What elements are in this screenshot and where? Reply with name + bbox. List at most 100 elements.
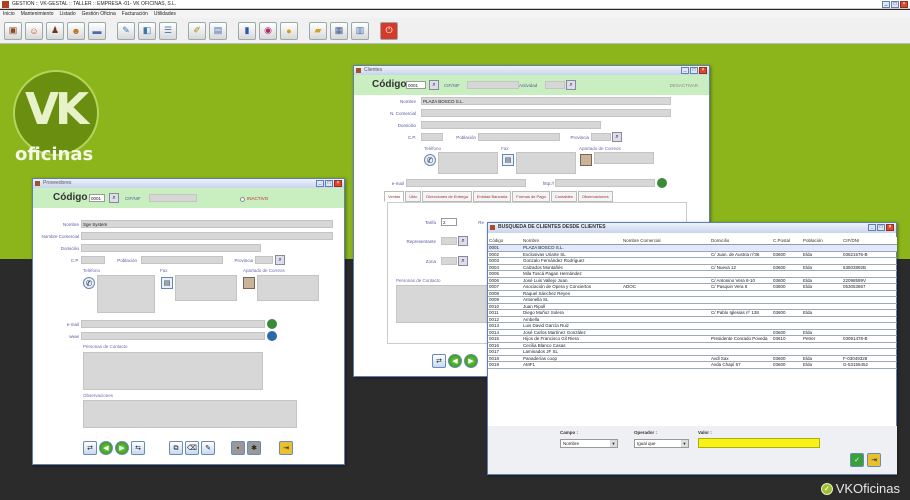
web-globe-icon[interactable] <box>267 331 277 341</box>
tab-ubic[interactable]: Ubic <box>405 191 422 202</box>
domicilio-field[interactable] <box>81 244 261 252</box>
maximize-button[interactable]: □ <box>690 67 698 74</box>
group-icon[interactable]: ☻ <box>67 21 85 40</box>
maximize-button[interactable]: □ <box>325 180 333 187</box>
exit-icon[interactable]: ⏻ <box>380 21 398 40</box>
campo-select[interactable]: Nombre ▼ <box>560 439 618 448</box>
menu-gestion-oficina[interactable]: Gestión Oficina <box>82 10 116 18</box>
tab-direcciones[interactable]: Direcciones de Entrega <box>422 191 472 202</box>
next-record-icon[interactable]: ▶ <box>464 354 478 368</box>
close-button[interactable]: × <box>699 67 707 74</box>
web-field[interactable] <box>81 332 265 340</box>
exit-icon[interactable]: ⇥ <box>867 453 881 467</box>
delete-icon[interactable]: ⌫ <box>185 441 199 455</box>
provincia-field[interactable] <box>255 256 273 264</box>
calculator-icon[interactable]: ▦ <box>330 21 348 40</box>
valor-field[interactable] <box>698 438 820 448</box>
edit-icon[interactable]: ◧ <box>138 21 156 40</box>
telefono-field[interactable] <box>97 275 155 313</box>
globe-icon[interactable]: ◉ <box>259 21 277 40</box>
email-field[interactable] <box>81 320 265 328</box>
copy-icon[interactable]: ⧉ <box>169 441 183 455</box>
tab-entidad-bancaria[interactable]: Entidad Bancaria <box>472 191 512 202</box>
menu-utilidades[interactable]: Utilidades <box>154 10 176 18</box>
cp-field[interactable] <box>81 256 105 264</box>
maximize-button[interactable]: □ <box>877 224 885 231</box>
search-icon[interactable]: ⌕ <box>566 80 576 90</box>
col-header-nombre[interactable]: Nombre <box>522 237 622 244</box>
apartado-field[interactable] <box>594 152 654 164</box>
poblacion-field[interactable] <box>141 256 223 264</box>
col-header-nombre-comercial[interactable]: Nombre Comercial <box>622 237 710 244</box>
search-icon[interactable]: ⌕ <box>275 255 285 265</box>
menu-inicio[interactable]: Inicio <box>3 10 15 18</box>
coin-icon[interactable]: ● <box>280 21 298 40</box>
domicilio-field[interactable] <box>421 121 601 129</box>
cp-field[interactable] <box>421 133 443 141</box>
col-header-codigo[interactable]: Código <box>488 237 522 244</box>
close-button[interactable]: × <box>886 224 894 231</box>
menu-mantenimiento[interactable]: Mantenimiento <box>21 10 54 18</box>
provincia-field[interactable] <box>591 133 611 141</box>
minimize-button[interactable]: _ <box>882 1 890 8</box>
previous-record-icon[interactable]: ◀ <box>99 441 113 455</box>
zona-field[interactable] <box>441 257 457 265</box>
minimize-button[interactable]: _ <box>681 67 689 74</box>
search-record-icon[interactable]: ⇄ <box>83 441 97 455</box>
menu-listado[interactable]: Listado <box>59 10 75 18</box>
nombre-field[interactable]: Sge System <box>81 220 333 228</box>
telefono-field[interactable] <box>438 152 498 174</box>
web-field[interactable] <box>555 179 655 187</box>
settings-icon[interactable]: ✱ <box>247 441 261 455</box>
col-header-poblacion[interactable]: Población <box>802 237 842 244</box>
print-icon[interactable]: ▪ <box>231 441 245 455</box>
previous-record-icon[interactable]: ◀ <box>448 354 462 368</box>
edit-icon[interactable]: ✎ <box>201 441 215 455</box>
observaciones-field[interactable] <box>83 400 297 428</box>
search-record-icon[interactable]: ⇄ <box>432 354 446 368</box>
printer-icon[interactable]: ▥ <box>351 21 369 40</box>
close-button[interactable]: × <box>900 1 908 8</box>
web-globe-icon[interactable] <box>657 178 667 188</box>
maximize-button[interactable]: □ <box>891 1 899 8</box>
list-icon[interactable]: ☰ <box>159 21 177 40</box>
col-header-domicilio[interactable]: Domicilio <box>710 237 772 244</box>
search-icon[interactable]: ⌕ <box>612 132 622 142</box>
people-icon[interactable]: ♟ <box>46 21 64 40</box>
minimize-button[interactable]: _ <box>868 224 876 231</box>
menu-facturacion[interactable]: Facturación <box>122 10 148 18</box>
inactivo-checkbox[interactable] <box>240 197 245 202</box>
exit-icon[interactable]: ⇥ <box>279 441 293 455</box>
contacto-list[interactable] <box>83 352 263 390</box>
calendar-icon[interactable]: ▤ <box>209 21 227 40</box>
search-icon[interactable]: ⌕ <box>429 80 439 90</box>
next-record-icon[interactable]: ▶ <box>115 441 129 455</box>
representante-field[interactable] <box>441 237 457 245</box>
person-icon[interactable]: ☺ <box>25 21 43 40</box>
tab-contables[interactable]: Contables <box>550 191 577 202</box>
operador-select[interactable]: Igual que ▼ <box>634 439 689 448</box>
truck-icon[interactable]: ▬ <box>88 21 106 40</box>
actividad-field[interactable] <box>545 81 565 89</box>
email-icon[interactable] <box>267 319 277 329</box>
search-icon[interactable]: ⌕ <box>109 193 119 203</box>
fax-field[interactable] <box>175 275 237 301</box>
chart-icon[interactable]: ▮ <box>238 21 256 40</box>
folder-icon[interactable]: ▰ <box>309 21 327 40</box>
search-icon[interactable]: ⌕ <box>458 256 468 266</box>
poblacion-field[interactable] <box>478 133 560 141</box>
document-icon[interactable]: ✎ <box>117 21 135 40</box>
apartado-field[interactable] <box>257 275 319 301</box>
accept-icon[interactable]: ✓ <box>850 453 864 467</box>
nombre-comercial-field[interactable] <box>421 109 671 117</box>
briefcase-icon[interactable]: ▣ <box>4 21 22 40</box>
cifnif-field[interactable] <box>149 194 197 202</box>
fax-field[interactable] <box>516 152 576 174</box>
col-header-cpostal[interactable]: C.Postal <box>772 237 802 244</box>
nombre-field[interactable]: PLAZA BOSCO S.L. <box>421 97 671 105</box>
col-header-cifdni[interactable]: CIF/DNI <box>842 237 882 244</box>
new-record-icon[interactable]: ⇆ <box>131 441 145 455</box>
codigo-field[interactable]: 0001 <box>89 194 105 202</box>
search-icon[interactable]: ⌕ <box>458 236 468 246</box>
minimize-button[interactable]: _ <box>316 180 324 187</box>
